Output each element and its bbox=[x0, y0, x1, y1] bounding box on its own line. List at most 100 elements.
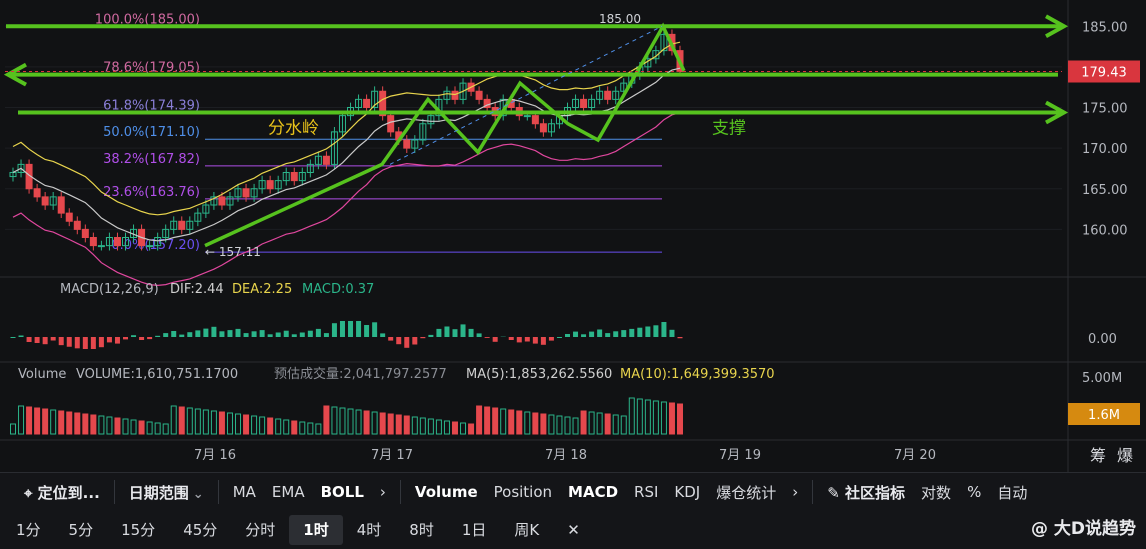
chevron-right-icon[interactable]: › bbox=[372, 483, 394, 501]
current-price-value: 179.43 bbox=[1081, 66, 1127, 81]
macd-value: MACD:0.37 bbox=[302, 282, 374, 297]
community-indicators-button[interactable]: ✎ 社区指标 bbox=[819, 482, 913, 503]
macd-bar bbox=[147, 337, 153, 340]
timeframe-1w[interactable]: 周K bbox=[500, 515, 553, 545]
macd-bar bbox=[653, 325, 659, 337]
macd-bar bbox=[259, 330, 265, 337]
indicator-kdj[interactable]: KDJ bbox=[666, 483, 708, 501]
macd-bar bbox=[331, 323, 337, 337]
price-tick-label: 160.00 bbox=[1082, 223, 1128, 238]
macd-bar bbox=[661, 322, 667, 337]
macd-bar bbox=[299, 332, 305, 337]
macd-bar bbox=[50, 337, 56, 341]
macd-bar bbox=[532, 337, 538, 344]
macd-bar bbox=[372, 322, 378, 337]
macd-dif: DIF:2.44 bbox=[170, 282, 224, 297]
volume-bar bbox=[26, 406, 33, 435]
timeframe-8h[interactable]: 8时 bbox=[395, 515, 448, 545]
low-label: ← 157.11 bbox=[205, 245, 261, 259]
log-scale-toggle[interactable]: 对数 bbox=[913, 482, 959, 503]
brand-watermark: @ 大D说趋势 bbox=[1030, 519, 1136, 539]
candle-body bbox=[33, 188, 41, 198]
candle-body bbox=[113, 237, 121, 247]
macd-bar bbox=[508, 337, 514, 340]
macd-bar bbox=[219, 331, 225, 337]
volume-tick: 5.00M bbox=[1082, 371, 1122, 386]
macd-bar bbox=[637, 327, 643, 337]
indicator-ema[interactable]: EMA bbox=[264, 483, 313, 501]
volume-bar bbox=[42, 408, 49, 435]
volume-bar bbox=[484, 406, 491, 435]
volume-bar bbox=[114, 417, 121, 435]
indicator-boll[interactable]: BOLL bbox=[313, 483, 372, 501]
candle-body bbox=[604, 90, 612, 100]
volume-bar bbox=[677, 403, 683, 435]
macd-bar bbox=[492, 337, 498, 342]
macd-bar bbox=[452, 329, 458, 337]
macd-bar bbox=[677, 337, 683, 339]
price-tick-label: 175.00 bbox=[1082, 102, 1128, 117]
volume-bar bbox=[323, 405, 330, 435]
macd-bar bbox=[460, 324, 466, 337]
macd-bar bbox=[275, 332, 281, 337]
indicator-ma[interactable]: MA bbox=[225, 483, 264, 501]
volume-current-value: 1.6M bbox=[1088, 408, 1120, 423]
close-icon[interactable]: ✕ bbox=[553, 515, 594, 545]
volume-bar bbox=[668, 402, 675, 435]
macd-bar bbox=[573, 331, 579, 337]
macd-bar bbox=[267, 334, 273, 337]
macd-bar bbox=[235, 328, 241, 337]
macd-bar bbox=[98, 337, 104, 348]
timeframe-15m[interactable]: 15分 bbox=[107, 515, 169, 545]
timeframe-4h[interactable]: 4时 bbox=[343, 515, 396, 545]
candle-body bbox=[403, 139, 411, 149]
chart-canvas[interactable]: 100.0%(185.00)78.6%(179.05)61.8%(174.39)… bbox=[0, 0, 1146, 472]
percent-toggle[interactable]: % bbox=[959, 483, 989, 501]
timeframe-45m[interactable]: 45分 bbox=[169, 515, 231, 545]
macd-label: MACD(12,26,9) bbox=[60, 282, 159, 297]
macd-bar bbox=[589, 331, 595, 337]
timeframe-timeshare[interactable]: 分时 bbox=[231, 515, 289, 545]
volume-estimated: 预估成交量:2,041,797.2577 bbox=[274, 366, 447, 382]
indicator-position[interactable]: Position bbox=[486, 483, 560, 501]
timeframe-1h[interactable]: 1时 bbox=[289, 514, 343, 545]
date-range-button[interactable]: 日期范围 ⌄ bbox=[121, 482, 212, 503]
indicator-macd[interactable]: MACD bbox=[560, 483, 626, 501]
volume-value: VOLUME:1,610,751.1700 bbox=[76, 367, 238, 382]
macd-bar bbox=[163, 333, 169, 337]
candle-body bbox=[41, 196, 49, 206]
fib-label: 23.6%(163.76) bbox=[103, 185, 200, 200]
locate-button[interactable]: ⌖ 定位到... bbox=[16, 482, 108, 503]
macd-bar bbox=[155, 335, 161, 337]
indicator-liquidation[interactable]: 爆仓统计 bbox=[708, 482, 784, 503]
fib-label: 50.0%(171.10) bbox=[103, 125, 200, 140]
candle-body bbox=[89, 237, 97, 247]
time-label: 7月 18 bbox=[545, 448, 587, 463]
time-label: 7月 17 bbox=[371, 448, 413, 463]
macd-bar bbox=[315, 328, 321, 337]
macd-bar bbox=[540, 337, 546, 345]
macd-bar bbox=[123, 337, 129, 340]
macd-bar bbox=[243, 333, 249, 337]
macd-bar bbox=[348, 321, 354, 337]
macd-bar bbox=[356, 321, 362, 337]
macd-bar bbox=[524, 337, 530, 342]
macd-bar bbox=[106, 337, 112, 343]
timeframe-1d[interactable]: 1日 bbox=[448, 515, 501, 545]
price-tick-label: 170.00 bbox=[1082, 142, 1128, 157]
chevron-right-icon[interactable]: › bbox=[784, 483, 806, 501]
timeframe-1m[interactable]: 1分 bbox=[2, 515, 55, 545]
auto-scale-toggle[interactable]: 自动 bbox=[989, 482, 1035, 503]
macd-bar bbox=[629, 328, 635, 337]
timeframe-5m[interactable]: 5分 bbox=[55, 515, 108, 545]
candle-body bbox=[523, 115, 531, 118]
indicator-volume[interactable]: Volume bbox=[407, 483, 486, 501]
indicator-rsi[interactable]: RSI bbox=[626, 483, 666, 501]
time-label: 7月 19 bbox=[719, 448, 761, 463]
macd-bar bbox=[179, 334, 185, 337]
macd-bar bbox=[548, 337, 554, 341]
volume-bar bbox=[363, 410, 370, 435]
volume-bar bbox=[82, 413, 89, 435]
volume-bar bbox=[58, 410, 65, 435]
candle-body bbox=[322, 155, 330, 165]
